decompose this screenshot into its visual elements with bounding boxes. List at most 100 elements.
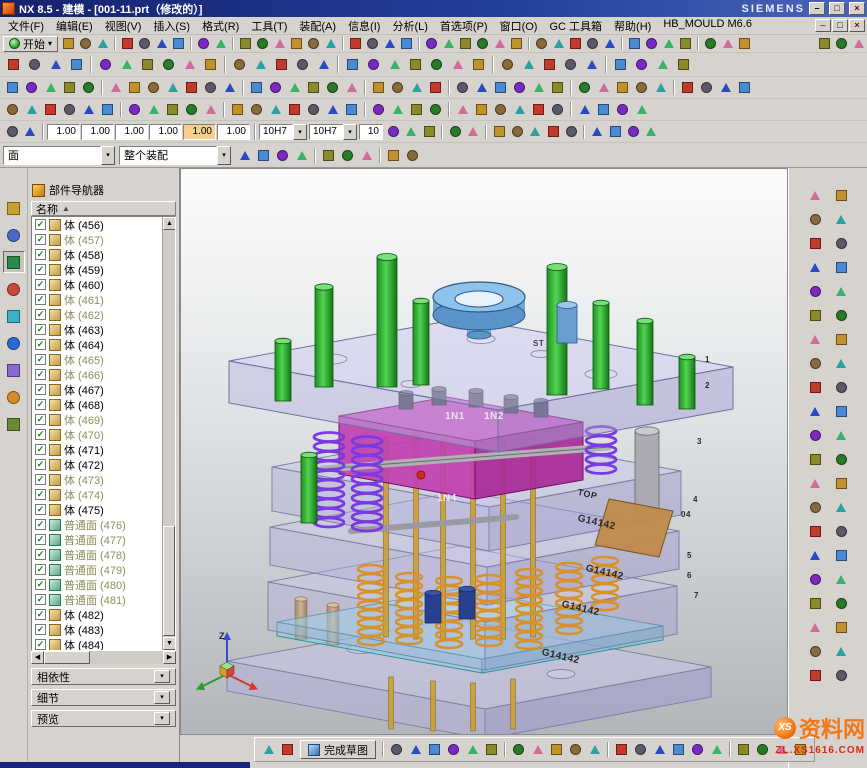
checkbox-checked-icon[interactable]: ✓ [35, 549, 46, 560]
toolbar-icon[interactable] [526, 123, 544, 141]
chevron-down-icon[interactable]: ▾ [154, 691, 170, 704]
toolbar-icon[interactable] [3, 54, 24, 75]
toolbar-icon[interactable] [482, 740, 501, 759]
scroll-right-icon[interactable]: ▶ [163, 651, 176, 664]
toolbar-icon[interactable] [423, 35, 440, 52]
toolbar-icon[interactable] [125, 78, 144, 97]
checkbox-checked-icon[interactable]: ✓ [35, 609, 46, 620]
toolbar-icon[interactable] [575, 100, 594, 119]
checkbox-checked-icon[interactable]: ✓ [35, 414, 46, 425]
toolbar-icon[interactable] [613, 100, 632, 119]
section-bar[interactable]: 预览▾ [31, 710, 176, 727]
navigator-item[interactable]: ✓体 (463) [32, 322, 162, 337]
navigator-item[interactable]: ✓体 (467) [32, 382, 162, 397]
toolbar-icon[interactable] [806, 666, 824, 684]
chevron-down-icon[interactable]: ▾ [154, 670, 170, 683]
toolbar-icon[interactable] [816, 35, 833, 52]
param-field-6[interactable]: 1.00 [217, 124, 250, 140]
toolbar-icon[interactable] [200, 54, 221, 75]
navigator-item[interactable]: ✓体 (457) [32, 232, 162, 247]
toolbar-icon[interactable] [806, 450, 824, 468]
toolbar-icon[interactable] [581, 54, 602, 75]
navigator-item[interactable]: ✓体 (464) [32, 337, 162, 352]
checkbox-checked-icon[interactable]: ✓ [35, 294, 46, 305]
toolbar-icon[interactable] [651, 78, 670, 97]
checkbox-checked-icon[interactable]: ✓ [35, 639, 46, 650]
navigator-item[interactable]: ✓普通面 (481) [32, 592, 162, 607]
tolerance-combo-1[interactable]: 10H7 ▾ [259, 124, 307, 140]
toolbar-icon[interactable] [3, 78, 22, 97]
toolbar-icon[interactable] [79, 100, 98, 119]
toolbar-icon[interactable] [806, 474, 824, 492]
checkbox-checked-icon[interactable]: ✓ [35, 444, 46, 455]
chevron-down-icon[interactable]: ▾ [293, 124, 307, 140]
toolbar-icon[interactable] [508, 123, 526, 141]
toolbar-icon[interactable] [464, 123, 482, 141]
toolbar-icon[interactable] [98, 100, 117, 119]
toolbar-icon[interactable] [444, 740, 463, 759]
toolbar-icon[interactable] [446, 123, 464, 141]
toolbar-icon[interactable] [266, 78, 285, 97]
toolbar-icon[interactable] [77, 35, 94, 52]
toolbar-icon[interactable] [491, 100, 510, 119]
toolbar-icon[interactable] [285, 100, 304, 119]
toolbar-icon[interactable] [158, 54, 179, 75]
toolbar-icon[interactable] [806, 594, 824, 612]
toolbar-icon[interactable] [278, 740, 297, 759]
toolbar-icon[interactable] [426, 100, 445, 119]
roles-icon[interactable] [3, 413, 25, 435]
toolbar-icon[interactable] [833, 35, 850, 52]
toolbar-icon[interactable] [806, 498, 824, 516]
toolbar-icon[interactable] [271, 35, 288, 52]
toolbar-icon[interactable] [369, 100, 388, 119]
toolbar-icon[interactable] [806, 618, 824, 636]
toolbar-icon[interactable] [832, 186, 850, 204]
toolbar-icon[interactable] [832, 570, 850, 588]
toolbar-icon[interactable] [806, 210, 824, 228]
toolbar-icon[interactable] [832, 426, 850, 444]
menu-item[interactable]: 帮助(H) [608, 17, 657, 35]
navigator-item[interactable]: ✓体 (466) [32, 367, 162, 382]
checkbox-checked-icon[interactable]: ✓ [35, 234, 46, 245]
menu-item[interactable]: 格式(R) [196, 17, 245, 35]
toolbar-icon[interactable] [678, 78, 697, 97]
toolbar-icon[interactable] [588, 123, 606, 141]
toolbar-icon[interactable] [388, 78, 407, 97]
toolbar-icon[interactable] [806, 378, 824, 396]
toolbar-icon[interactable] [850, 35, 867, 52]
toolbar-icon[interactable] [319, 146, 338, 165]
toolbar-icon[interactable] [254, 35, 271, 52]
toolbar-icon[interactable] [736, 35, 753, 52]
vertical-scrollbar[interactable]: ▲ ▼ [162, 217, 175, 650]
chevron-down-icon[interactable]: ▾ [101, 146, 115, 165]
toolbar-icon[interactable] [144, 100, 163, 119]
toolbar-icon[interactable] [702, 35, 719, 52]
toolbar-icon[interactable] [806, 402, 824, 420]
param-field-2[interactable]: 1.00 [81, 124, 114, 140]
toolbar-icon[interactable] [547, 740, 566, 759]
navigator-item[interactable]: ✓体 (482) [32, 607, 162, 622]
toolbar-icon[interactable] [806, 642, 824, 660]
toolbar-icon[interactable] [585, 740, 604, 759]
toolbar-icon[interactable] [643, 35, 660, 52]
param-field-3[interactable]: 1.00 [115, 124, 148, 140]
sort-ascending-icon[interactable]: ▲ [62, 204, 70, 213]
navigator-item[interactable]: ✓普通面 (480) [32, 577, 162, 592]
toolbar-icon[interactable] [323, 78, 342, 97]
toolbar-icon[interactable] [806, 186, 824, 204]
toolbar-icon[interactable] [60, 78, 79, 97]
toolbar-icon[interactable] [402, 123, 420, 141]
toolbar-icon[interactable] [832, 450, 850, 468]
toolbar-icon[interactable] [384, 146, 403, 165]
menu-item[interactable]: 文件(F) [2, 17, 50, 35]
toolbar-icon[interactable] [342, 100, 361, 119]
checkbox-checked-icon[interactable]: ✓ [35, 504, 46, 515]
toolbar-icon[interactable] [163, 100, 182, 119]
toolbar-icon[interactable] [832, 210, 850, 228]
tolerance-combo-2[interactable]: 10H7 ▾ [309, 124, 357, 140]
navigator-item[interactable]: ✓体 (474) [32, 487, 162, 502]
toolbar-icon[interactable] [697, 78, 716, 97]
toolbar-icon[interactable] [182, 78, 201, 97]
toolbar-icon[interactable] [3, 123, 21, 141]
toolbar-icon[interactable] [528, 740, 547, 759]
